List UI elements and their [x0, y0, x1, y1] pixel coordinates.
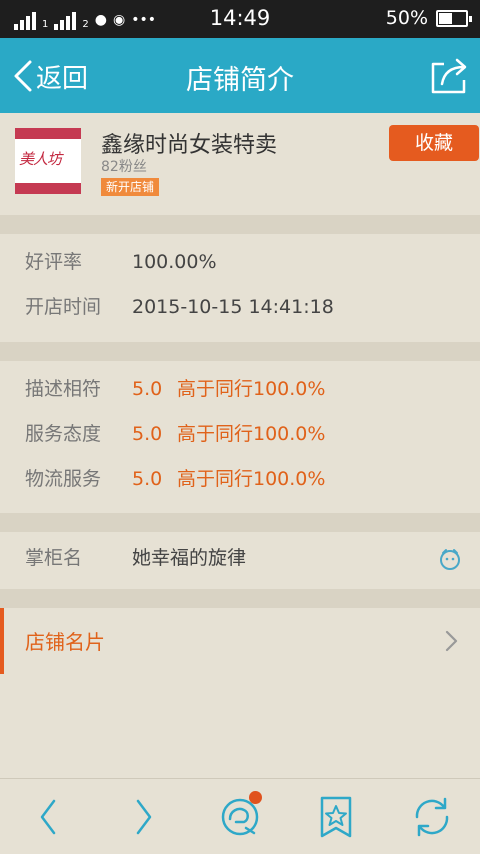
wangwang-chat-icon[interactable] — [438, 547, 462, 571]
battery-percent: 50% — [385, 7, 428, 29]
opened-value: 2015-10-15 14:41:18 — [132, 296, 334, 318]
score-compare: 高于同行100.0% — [177, 378, 326, 400]
divider — [0, 513, 480, 532]
score-compare: 高于同行100.0% — [177, 423, 326, 445]
chevron-right-icon — [445, 630, 458, 652]
shop-logo: 美人坊 — [15, 128, 81, 194]
score-label: 服务态度 — [25, 423, 102, 445]
rating-row: 好评率 100.00% — [0, 242, 480, 282]
back-button[interactable]: 返回 — [12, 56, 88, 96]
divider — [0, 215, 480, 234]
bottom-toolbar — [0, 778, 480, 854]
browser-back-button[interactable] — [24, 795, 72, 839]
rating-value: 100.00% — [132, 251, 217, 273]
favorite-button[interactable]: 收藏 — [389, 125, 479, 161]
refresh-icon — [415, 797, 449, 837]
browser-forward-button[interactable] — [120, 795, 168, 839]
new-shop-badge: 新开店铺 — [101, 178, 160, 196]
messages-button[interactable] — [216, 791, 264, 839]
bookmark-button[interactable] — [312, 795, 360, 839]
chevron-left-icon — [40, 799, 56, 835]
score-label: 物流服务 — [25, 468, 102, 490]
owner-section: 掌柜名 她幸福的旋律 — [0, 532, 480, 589]
owner-label: 掌柜名 — [25, 547, 83, 569]
score-value: 5.0 — [132, 378, 163, 400]
owner-row: 掌柜名 她幸福的旋律 — [0, 538, 480, 578]
score-row: 物流服务 5.0 高于同行100.0% — [0, 459, 480, 499]
shop-logo-text: 美人坊 — [19, 150, 62, 168]
shop-fans-count: 82粉丝 — [101, 159, 147, 175]
opened-row: 开店时间 2015-10-15 14:41:18 — [0, 287, 480, 327]
notification-dot — [249, 791, 262, 804]
battery-icon — [436, 10, 472, 27]
selected-accent — [0, 608, 4, 674]
shop-card-label: 店铺名片 — [25, 630, 105, 654]
rating-label: 好评率 — [25, 251, 83, 273]
shop-info-section: 好评率 100.00% 开店时间 2015-10-15 14:41:18 — [0, 234, 480, 342]
title-bar: 返回 店铺简介 — [0, 38, 480, 113]
chevron-left-icon — [14, 60, 32, 92]
shop-header: 美人坊 鑫缘时尚女装特卖 82粉丝 新开店铺 收藏 — [0, 113, 480, 215]
shop-name: 鑫缘时尚女装特卖 — [101, 133, 278, 158]
chevron-right-icon — [136, 799, 152, 835]
star-bookmark-icon — [320, 796, 352, 838]
back-label: 返回 — [36, 63, 89, 94]
opened-label: 开店时间 — [25, 296, 102, 318]
score-row: 服务态度 5.0 高于同行100.0% — [0, 414, 480, 454]
score-row: 描述相符 5.0 高于同行100.0% — [0, 369, 480, 409]
score-compare: 高于同行100.0% — [177, 468, 326, 490]
refresh-button[interactable] — [408, 795, 456, 839]
score-label: 描述相符 — [25, 378, 102, 400]
divider — [0, 342, 480, 361]
status-bar: 1 2 ● ◉ ••• 14:49 50% — [0, 0, 480, 38]
shop-scores-section: 描述相符 5.0 高于同行100.0% 服务态度 5.0 高于同行100.0% … — [0, 361, 480, 513]
shop-card-row[interactable]: 店铺名片 — [0, 608, 480, 674]
score-value: 5.0 — [132, 468, 163, 490]
score-value: 5.0 — [132, 423, 163, 445]
owner-name: 她幸福的旋律 — [132, 547, 247, 569]
share-button[interactable] — [428, 56, 470, 96]
divider — [0, 589, 480, 608]
share-icon — [431, 58, 467, 94]
